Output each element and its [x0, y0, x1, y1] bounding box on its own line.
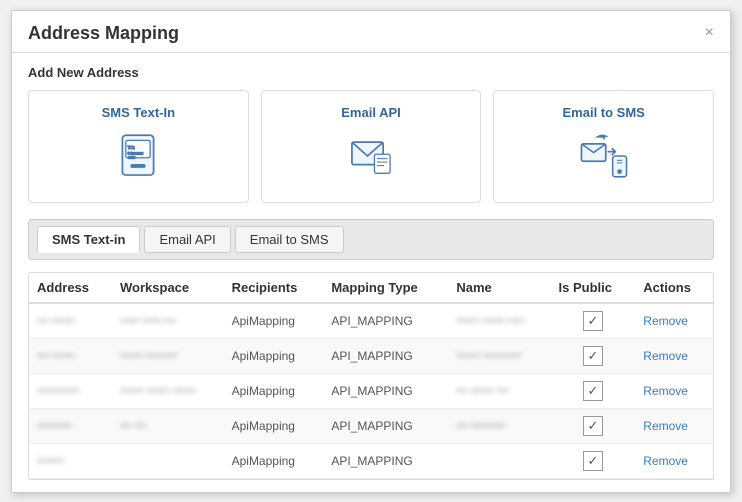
cell-action: Remove — [635, 303, 713, 339]
col-mapping-type: Mapping Type — [323, 273, 448, 303]
address-table: Address Workspace Recipients Mapping Typ… — [29, 273, 713, 479]
cell-is-public — [551, 443, 636, 478]
col-actions: Actions — [635, 273, 713, 303]
cell-name: •••••• •••••• •••• — [448, 303, 550, 339]
cell-workspace — [112, 443, 224, 478]
cell-action: Remove — [635, 443, 713, 478]
col-workspace: Workspace — [112, 273, 224, 303]
table-body: ••• ••••••••••• ••••• •••ApiMappingAPI_M… — [29, 303, 713, 479]
cell-recipients: ApiMapping — [224, 303, 324, 339]
cell-workspace: •••••• •••••••• — [112, 338, 224, 373]
col-is-public: Is Public — [551, 273, 636, 303]
table-header-row: Address Workspace Recipients Mapping Typ… — [29, 273, 713, 303]
cell-mapping-type: API_MAPPING — [323, 373, 448, 408]
modal-body: Add New Address SMS Text-In TO: 04xx-xxx… — [12, 53, 730, 492]
cell-name: ••• ••••••••• — [448, 408, 550, 443]
cell-is-public — [551, 373, 636, 408]
email-api-card[interactable]: Email API — [261, 90, 482, 203]
cell-workspace: ••••• ••••• ••• — [112, 303, 224, 339]
address-mapping-modal: Address Mapping × Add New Address SMS Te… — [11, 10, 731, 493]
svg-text:-xxx: -xxx — [128, 154, 135, 159]
cell-recipients: ApiMapping — [224, 338, 324, 373]
cell-mapping-type: API_MAPPING — [323, 338, 448, 373]
email-to-sms-icon — [578, 130, 630, 188]
tab-sms-text-in[interactable]: SMS Text-in — [37, 226, 140, 253]
cell-name: •••••• •••••••••• — [448, 338, 550, 373]
email-api-icon — [345, 130, 397, 188]
email-to-sms-card[interactable]: Email to SMS — [493, 90, 714, 203]
cell-workspace: ••• ••• — [112, 408, 224, 443]
modal-title: Address Mapping — [28, 23, 179, 44]
cell-is-public — [551, 303, 636, 339]
cell-address: ••••••• — [29, 443, 112, 478]
col-address: Address — [29, 273, 112, 303]
remove-link[interactable]: Remove — [643, 384, 688, 398]
cell-mapping-type: API_MAPPING — [323, 303, 448, 339]
is-public-checkbox[interactable] — [583, 381, 603, 401]
email-to-sms-label: Email to SMS — [563, 105, 645, 120]
modal-header: Address Mapping × — [12, 11, 730, 53]
is-public-checkbox[interactable] — [583, 416, 603, 436]
sms-icon: TO: 04xx-xxx -xxx — [112, 130, 164, 188]
is-public-checkbox[interactable] — [583, 451, 603, 471]
cell-recipients: ApiMapping — [224, 373, 324, 408]
cell-name — [448, 443, 550, 478]
cell-address: ••••••••••• — [29, 373, 112, 408]
is-public-checkbox[interactable] — [583, 346, 603, 366]
sms-text-in-label: SMS Text-In — [102, 105, 175, 120]
col-recipients: Recipients — [224, 273, 324, 303]
table-row: ••••••• ApiMappingAPI_MAPPING Remove — [29, 443, 713, 478]
cell-action: Remove — [635, 373, 713, 408]
table-row: ••• ••••••••••• ••••• •••ApiMappingAPI_M… — [29, 303, 713, 339]
email-api-label: Email API — [341, 105, 400, 120]
add-new-label: Add New Address — [28, 65, 714, 80]
close-button[interactable]: × — [705, 25, 714, 41]
cell-recipients: ApiMapping — [224, 408, 324, 443]
remove-link[interactable]: Remove — [643, 454, 688, 468]
table-row: •••••••••••• •••ApiMappingAPI_MAPPING•••… — [29, 408, 713, 443]
cell-is-public — [551, 338, 636, 373]
cell-recipients: ApiMapping — [224, 443, 324, 478]
cell-is-public — [551, 408, 636, 443]
remove-link[interactable]: Remove — [643, 314, 688, 328]
col-name: Name — [448, 273, 550, 303]
table-row: ••• •••••••••••• ••••••••ApiMappingAPI_M… — [29, 338, 713, 373]
tab-email-to-sms[interactable]: Email to SMS — [235, 226, 344, 253]
sms-text-in-card[interactable]: SMS Text-In TO: 04xx-xxx -xxx — [28, 90, 249, 203]
cell-action: Remove — [635, 338, 713, 373]
svg-text:TO:: TO: — [128, 145, 135, 150]
remove-link[interactable]: Remove — [643, 349, 688, 363]
card-row: SMS Text-In TO: 04xx-xxx -xxx Email API — [28, 90, 714, 203]
table-row: ••••••••••••••••• •••••• ••••••ApiMappin… — [29, 373, 713, 408]
cell-mapping-type: API_MAPPING — [323, 408, 448, 443]
address-table-container: Address Workspace Recipients Mapping Typ… — [28, 272, 714, 480]
cell-mapping-type: API_MAPPING — [323, 443, 448, 478]
cell-address: ••••••••• — [29, 408, 112, 443]
cell-name: ••• •••••• ••• — [448, 373, 550, 408]
cell-workspace: •••••• •••••• •••••• — [112, 373, 224, 408]
tabs-bar: SMS Text-in Email API Email to SMS — [28, 219, 714, 260]
cell-address: ••• •••••• — [29, 303, 112, 339]
tab-email-api[interactable]: Email API — [144, 226, 230, 253]
remove-link[interactable]: Remove — [643, 419, 688, 433]
is-public-checkbox[interactable] — [583, 311, 603, 331]
cell-action: Remove — [635, 408, 713, 443]
cell-address: ••• •••••• — [29, 338, 112, 373]
